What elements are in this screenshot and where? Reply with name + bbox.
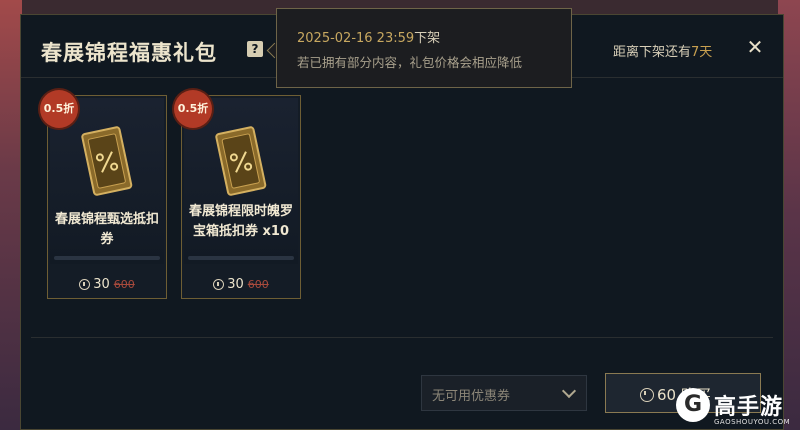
countdown-text: 距离下架还有7天 <box>613 41 712 60</box>
background-left <box>0 0 22 430</box>
price-row: 30 600 <box>182 277 300 292</box>
chevron-down-icon <box>561 383 577 399</box>
discount-badge: 0.5折 <box>174 90 212 128</box>
item-card[interactable]: 0.5折 春展锦程限时魄罗宝箱抵扣券 x10 30 600 <box>174 90 301 299</box>
tooltip: 2025-02-16 23:59下架 若已拥有部分内容，礼包价格会相应降低 <box>276 8 572 88</box>
watermark-logo-icon: G <box>676 388 710 422</box>
item-card[interactable]: 0.5折 春展锦程甄选抵扣券 30 600 <box>40 90 167 299</box>
discount-badge: 0.5折 <box>40 90 78 128</box>
card-bar <box>188 256 294 260</box>
card-bar <box>54 256 160 260</box>
item-name: 春展锦程甄选抵扣券 <box>54 212 159 247</box>
coin-icon <box>640 388 654 402</box>
price-row: 30 600 <box>48 277 166 292</box>
buy-price: 60 <box>657 386 677 404</box>
item-price: 30 <box>227 277 244 292</box>
site-watermark: G 高手游 GAOSHOUYOU.COM <box>676 388 800 430</box>
tooltip-datetime: 2025-02-16 23:59 <box>297 31 415 46</box>
watermark-text: 高手游 <box>714 395 784 420</box>
coupon-select-value: 无可用优惠券 <box>432 389 511 404</box>
discount-ticket-icon <box>81 126 133 196</box>
coupon-select[interactable]: 无可用优惠券 <box>421 375 587 411</box>
coin-icon <box>79 279 91 290</box>
countdown-prefix: 距离下架还有 <box>613 45 692 60</box>
tooltip-note: 若已拥有部分内容，礼包价格会相应降低 <box>297 55 523 70</box>
item-name: 春展锦程限时魄罗宝箱抵扣券 x10 <box>188 204 293 239</box>
item-price: 30 <box>93 277 110 292</box>
tooltip-datetime-line: 2025-02-16 23:59下架 <box>297 27 571 46</box>
watermark-url: GAOSHOUYOU.COM <box>714 418 791 426</box>
tooltip-datetime-suffix: 下架 <box>414 31 441 46</box>
help-icon[interactable]: ? <box>247 41 263 57</box>
close-button[interactable]: ✕ <box>743 35 767 59</box>
item-original-price: 600 <box>113 278 135 291</box>
coin-icon <box>213 279 225 290</box>
divider <box>31 337 773 338</box>
dialog-title: 春展锦程福惠礼包 <box>41 41 217 65</box>
item-original-price: 600 <box>247 278 269 291</box>
discount-ticket-icon <box>215 126 267 196</box>
countdown-days: 7天 <box>691 45 713 60</box>
